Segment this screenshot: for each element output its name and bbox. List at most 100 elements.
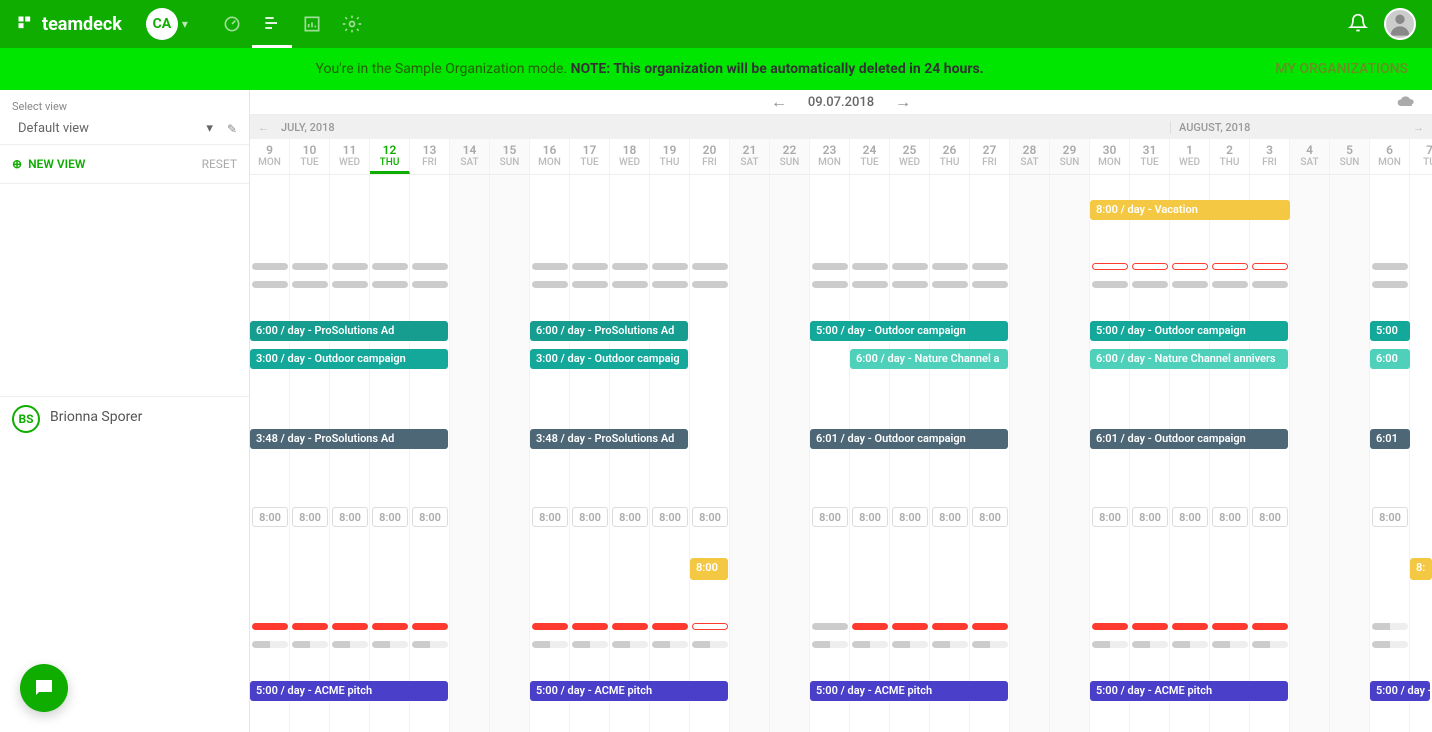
day-header[interactable]: 30MON: [1090, 139, 1130, 174]
schedule-grid[interactable]: ☼ 8:00 / day - Vacation B / A T / A ⇄ 6:…: [250, 175, 1432, 732]
day-header[interactable]: 21SAT: [730, 139, 770, 174]
availability-cell[interactable]: 8:00: [1252, 507, 1288, 527]
availability-cell[interactable]: 8:00: [692, 507, 728, 527]
next-month-icon[interactable]: →: [1405, 121, 1432, 134]
day-header[interactable]: 22SUN: [770, 139, 810, 174]
availability-cell[interactable]: 8:00: [1212, 507, 1248, 527]
day-header[interactable]: 17TUE: [570, 139, 610, 174]
availability-cell[interactable]: 8:00: [972, 507, 1008, 527]
nav-schedule-icon[interactable]: [252, 0, 292, 48]
booking-pill[interactable]: 5:00 / day - ACME pitch: [530, 681, 728, 701]
user-avatar[interactable]: [1384, 8, 1416, 40]
availability-cell[interactable]: 8:00: [932, 507, 968, 527]
timesheet-pill[interactable]: 3:48 / day - ProSolutions Ad: [250, 429, 448, 449]
day-header[interactable]: 28SAT: [1010, 139, 1050, 174]
current-date[interactable]: 09.07.2018: [808, 95, 874, 110]
day-header[interactable]: 29SUN: [1050, 139, 1090, 174]
availability-cell[interactable]: 8:00: [372, 507, 408, 527]
day-header[interactable]: 4SAT: [1290, 139, 1330, 174]
day-header[interactable]: 10TUE: [290, 139, 330, 174]
availability-cell[interactable]: 8:00: [852, 507, 888, 527]
day-header[interactable]: 27FRI: [970, 139, 1010, 174]
timesheet-pill[interactable]: 6:01: [1370, 429, 1410, 449]
day-header[interactable]: 13FRI: [410, 139, 450, 174]
view-dropdown[interactable]: Default view▾: [12, 117, 219, 140]
booking-pill[interactable]: 6:00 / day - Nature Channel annivers: [1090, 349, 1288, 369]
booking-pill[interactable]: 5:00 / day - A: [1370, 681, 1430, 701]
day-header[interactable]: 18WED: [610, 139, 650, 174]
availability-cell[interactable]: 8:00: [652, 507, 688, 527]
day-header[interactable]: 24TUE: [850, 139, 890, 174]
day-header[interactable]: 16MON: [530, 139, 570, 174]
day-header[interactable]: 5SUN: [1330, 139, 1370, 174]
reset-button[interactable]: RESET: [202, 157, 237, 171]
day-header[interactable]: 26THU: [930, 139, 970, 174]
availability-cell[interactable]: 8:00: [252, 507, 288, 527]
availability-cell[interactable]: 8:00: [1172, 507, 1208, 527]
booking-pill[interactable]: 5:00 / day - ACME pitch: [810, 681, 1008, 701]
utilization-bar: [812, 641, 848, 648]
availability-cell[interactable]: 8:00: [332, 507, 368, 527]
day-header[interactable]: 9MON: [250, 139, 290, 174]
day-header[interactable]: 31TUE: [1130, 139, 1170, 174]
nav-settings-icon[interactable]: [332, 0, 372, 48]
availability-cell[interactable]: 8:00: [812, 507, 848, 527]
availability-cell[interactable]: 8:00: [532, 507, 568, 527]
day-header[interactable]: 11WED: [330, 139, 370, 174]
day-header[interactable]: 25WED: [890, 139, 930, 174]
booking-pill[interactable]: 6:00 / day - Nature Channel a: [850, 349, 1008, 369]
timesheet-pill[interactable]: 3:48 / day - ProSolutions Ad: [530, 429, 688, 449]
chat-widget[interactable]: [20, 664, 68, 712]
prev-arrow-icon[interactable]: ←: [771, 92, 787, 112]
availability-cell[interactable]: 8:00: [1132, 507, 1168, 527]
booking-pill[interactable]: 6:00 / day - ProSolutions Ad: [250, 321, 448, 341]
availability-cell[interactable]: 8:00: [572, 507, 608, 527]
notifications-icon[interactable]: [1348, 13, 1368, 36]
booking-pill[interactable]: 5:00: [1370, 321, 1410, 341]
vacation-pill[interactable]: 8:00: [690, 558, 728, 580]
availability-cell[interactable]: 8:00: [412, 507, 448, 527]
vacation-pill[interactable]: 8:00 / day - Vacation: [1090, 200, 1290, 220]
day-header[interactable]: 19THU: [650, 139, 690, 174]
availability-cell[interactable]: 8:00: [1092, 507, 1128, 527]
chevron-down-icon[interactable]: ▾: [182, 17, 188, 31]
booking-pill[interactable]: 5:00 / day - ACME pitch: [250, 681, 448, 701]
utilization-bar: [1212, 641, 1248, 648]
nav-dashboard-icon[interactable]: [212, 0, 252, 48]
my-organizations-link[interactable]: MY ORGANIZATIONS: [1275, 61, 1408, 77]
day-header[interactable]: 15SUN: [490, 139, 530, 174]
booking-pill[interactable]: 3:00 / day - Outdoor campaig: [530, 349, 688, 369]
booking-pill[interactable]: 3:00 / day - Outdoor campaign: [250, 349, 448, 369]
timesheet-pill[interactable]: 6:01 / day - Outdoor campaign: [1090, 429, 1288, 449]
day-header[interactable]: 6MON: [1370, 139, 1410, 174]
logo[interactable]: teamdeck: [16, 14, 122, 35]
timesheet-pill[interactable]: 6:01 / day - Outdoor campaign: [810, 429, 1008, 449]
day-header[interactable]: 7TU: [1410, 139, 1432, 174]
availability-cell[interactable]: 8:00: [292, 507, 328, 527]
day-header[interactable]: 3FRI: [1250, 139, 1290, 174]
edit-view-icon[interactable]: ✎: [227, 122, 237, 136]
booking-pill[interactable]: 6:00 / day - ProSolutions Ad: [530, 321, 688, 341]
prev-month-icon[interactable]: ←: [250, 121, 277, 134]
day-header[interactable]: 20FRI: [690, 139, 730, 174]
export-icon[interactable]: [1396, 91, 1416, 114]
availability-cell[interactable]: 8:00: [1372, 507, 1408, 527]
nav-reports-icon[interactable]: [292, 0, 332, 48]
vacation-pill[interactable]: 8:: [1410, 558, 1432, 580]
availability-cell[interactable]: 8:00: [612, 507, 648, 527]
day-header[interactable]: 2THU: [1210, 139, 1250, 174]
booking-pill[interactable]: 6:00: [1370, 349, 1410, 369]
next-arrow-icon[interactable]: →: [895, 92, 911, 112]
booking-pill[interactable]: 5:00 / day - Outdoor campaign: [810, 321, 1008, 341]
day-header[interactable]: 14SAT: [450, 139, 490, 174]
availability-cell[interactable]: 8:00: [892, 507, 928, 527]
new-view-button[interactable]: ⊕NEW VIEW: [12, 157, 85, 171]
org-selector[interactable]: CA: [146, 8, 178, 40]
day-header[interactable]: 23MON: [810, 139, 850, 174]
booking-pill[interactable]: 5:00 / day - ACME pitch: [1090, 681, 1288, 701]
view-name: Default view: [18, 121, 89, 136]
day-header[interactable]: 1WED: [1170, 139, 1210, 174]
utilization-bar: [692, 641, 728, 648]
day-header[interactable]: 12THU: [370, 139, 410, 174]
booking-pill[interactable]: 5:00 / day - Outdoor campaign: [1090, 321, 1288, 341]
